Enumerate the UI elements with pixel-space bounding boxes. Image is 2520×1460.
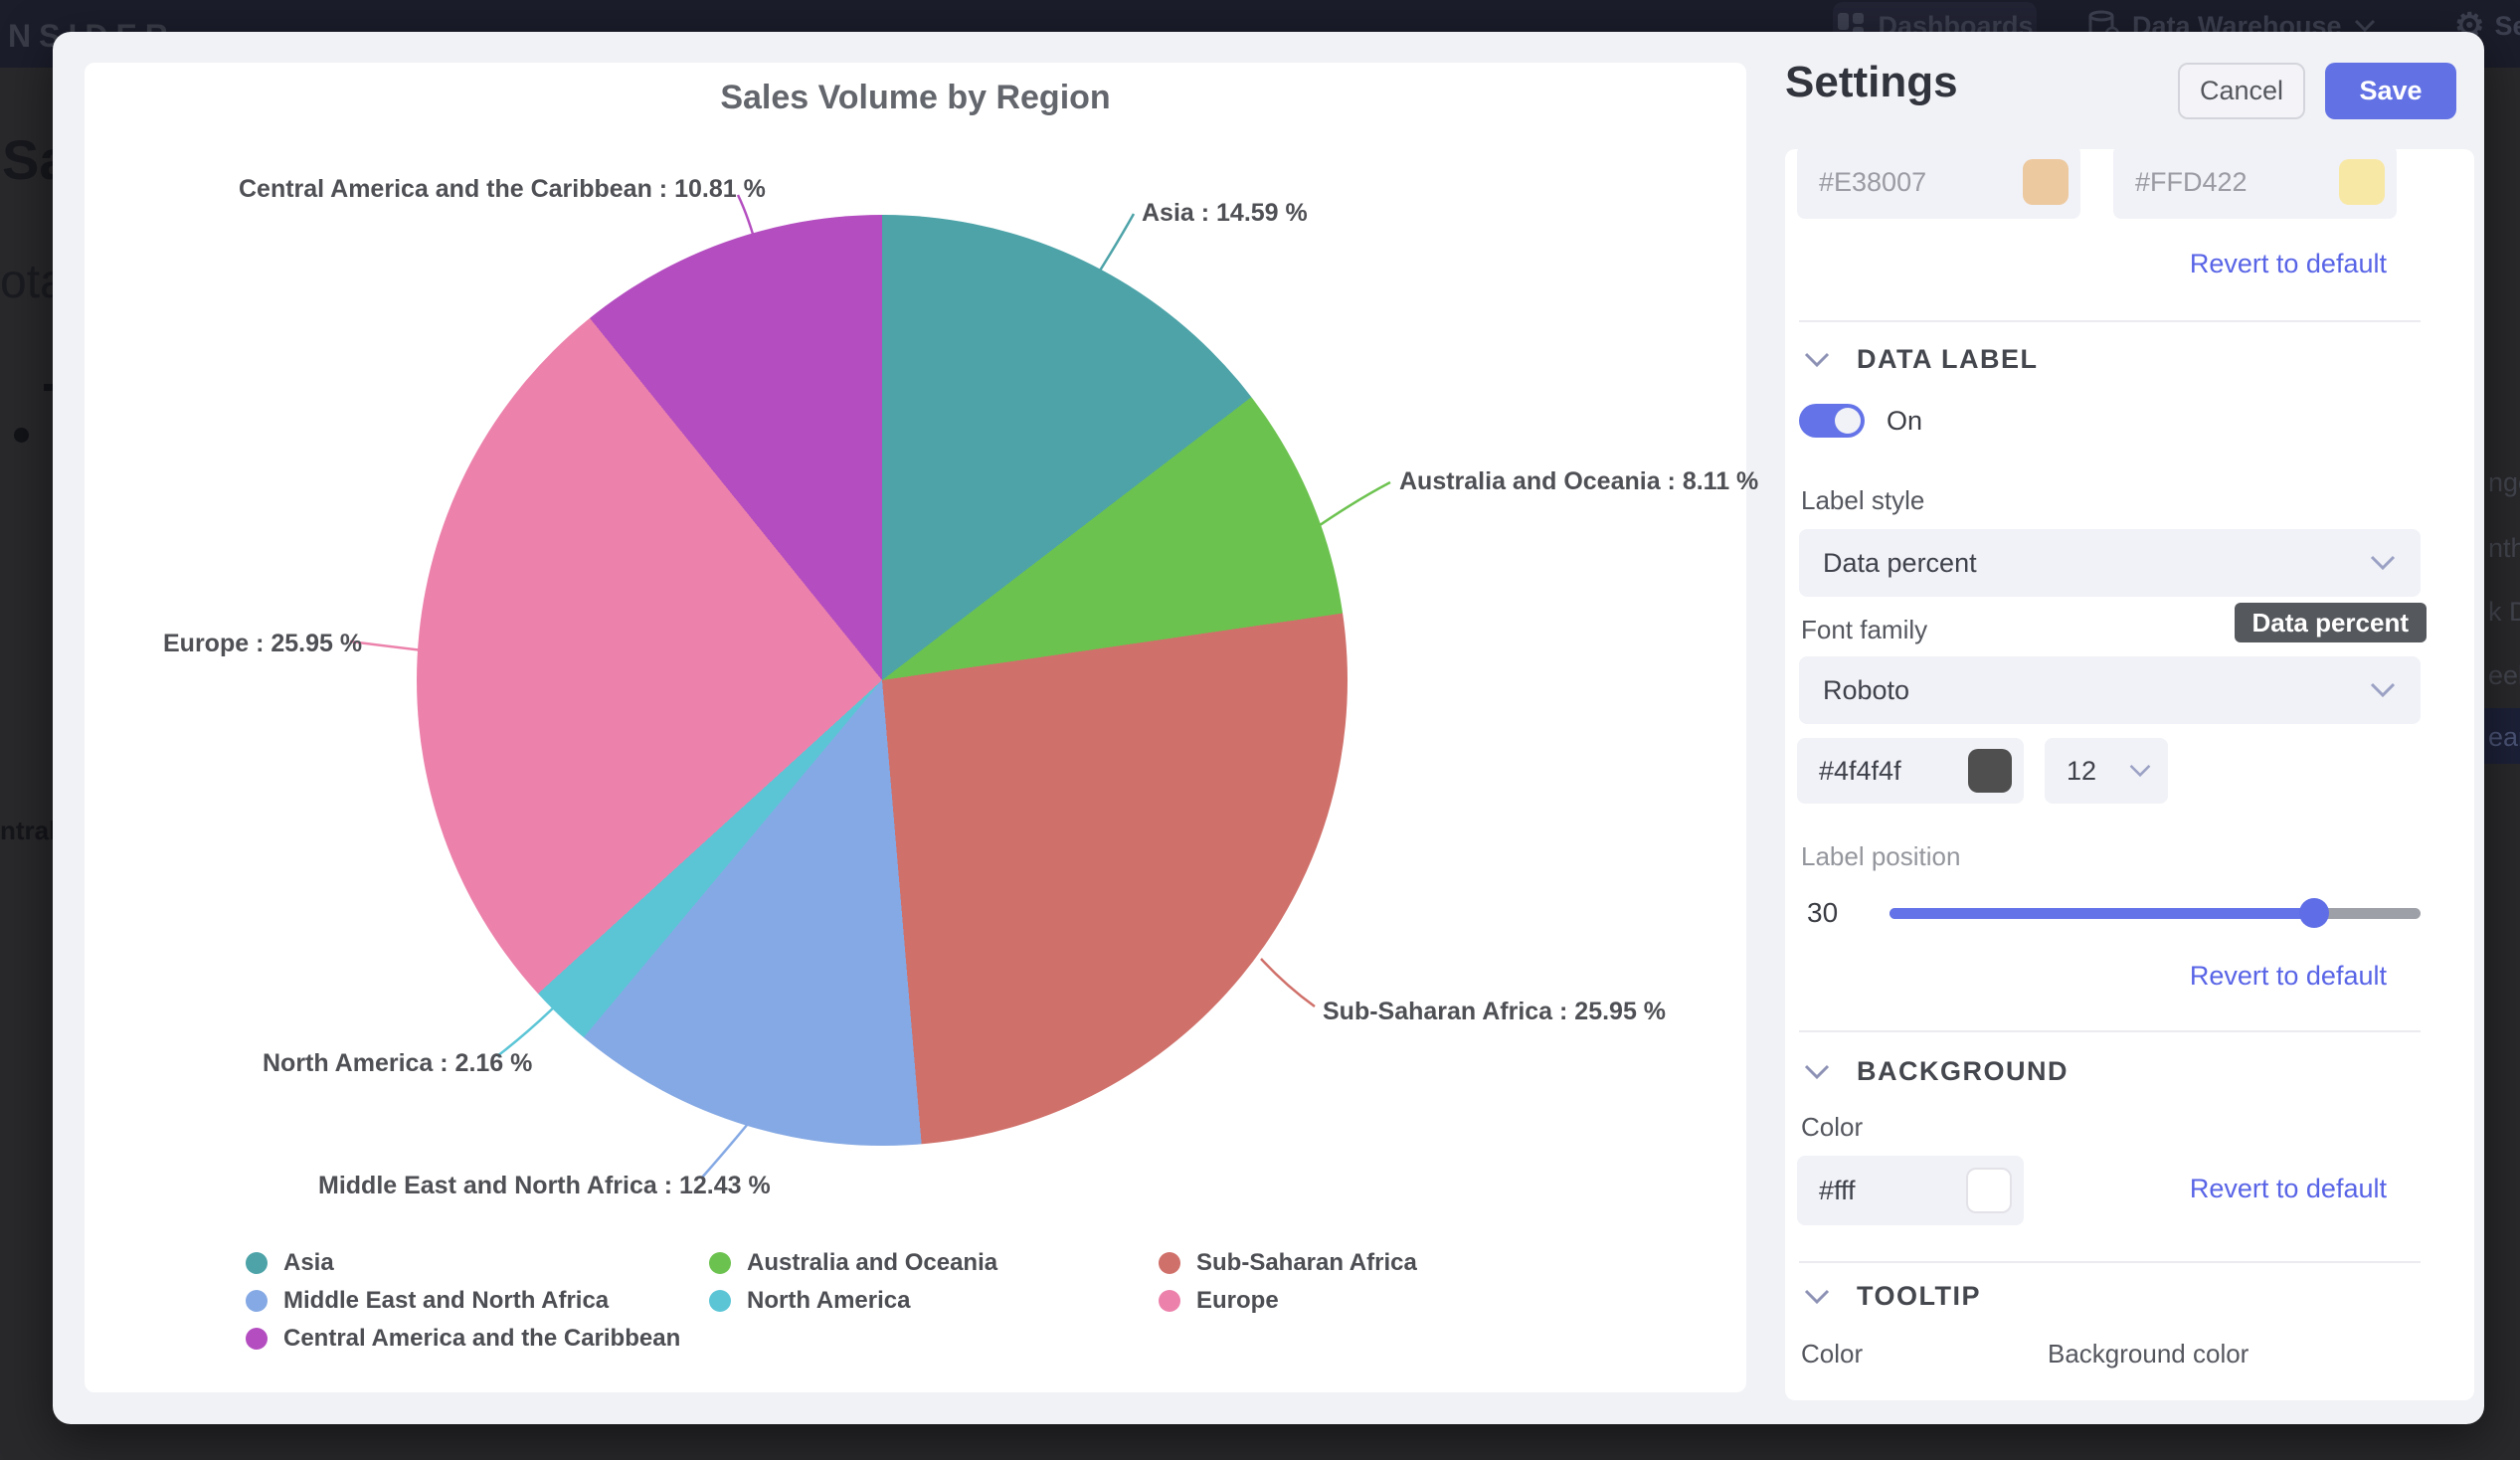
chart-preview-card: Sales Volume by Region Asia : 14.59 % Aus… (85, 63, 1746, 1392)
series-color-input-1[interactable]: #E38007 (1797, 149, 2080, 219)
data-label-toggle[interactable] (1799, 404, 1865, 438)
background-text-fragment: ntral (0, 816, 56, 846)
legend-label: Central America and the Caribbean (283, 1325, 680, 1353)
legend-item[interactable]: North America (709, 1286, 910, 1316)
section-header-background[interactable]: BACKGROUND (1803, 1056, 2069, 1087)
chevron-down-icon (1803, 1288, 1831, 1306)
background-bullet-fragment (14, 428, 29, 443)
dropdown-tooltip: Data percent (2235, 603, 2428, 642)
legend-dot (1159, 1290, 1180, 1312)
series-color-swatch-1[interactable] (2023, 159, 2069, 205)
series-color-swatch-2[interactable] (2339, 159, 2385, 205)
series-color-hex-1: #E38007 (1819, 167, 2023, 198)
legend-item[interactable]: Central America and the Caribbean (246, 1324, 680, 1354)
legend-label: Australia and Oceania (747, 1249, 997, 1277)
chevron-down-icon (2354, 19, 2376, 33)
label-position-label: Label position (1801, 841, 1960, 872)
chart-title: Sales Volume by Region (85, 79, 1746, 117)
background-menu-fragment: nth (2488, 533, 2520, 564)
legend-label: Asia (283, 1249, 334, 1277)
legend-dot (246, 1290, 268, 1312)
section-title: TOOLTIP (1857, 1281, 1981, 1312)
label-style-dropdown[interactable]: Data percent (1799, 529, 2421, 597)
pie-slice-label: Australia and Oceania : 8.11 % (1399, 467, 1758, 496)
chevron-down-icon (2369, 554, 2397, 572)
background-menu-fragment: nge (2488, 467, 2520, 498)
background-menu-fragment: k D (2488, 597, 2520, 628)
background-color-input[interactable]: #fff (1797, 1156, 2024, 1225)
section-header-tooltip[interactable]: TOOLTIP (1803, 1281, 1981, 1312)
background-menu-fragment: eek (2488, 660, 2520, 691)
pie-slice-label: Central America and the Caribbean : 10.8… (239, 175, 766, 204)
tooltip-color-label: Color (1801, 1339, 1863, 1369)
label-style-label: Label style (1801, 485, 1924, 516)
revert-data-label-link[interactable]: Revert to default (2190, 961, 2387, 992)
pie-slice-label: Asia : 14.59 % (1142, 199, 1308, 228)
background-color-swatch[interactable] (1966, 1168, 2012, 1213)
legend-item[interactable]: Middle East and North Africa (246, 1286, 609, 1316)
section-divider (1799, 1030, 2421, 1032)
pie-chart[interactable] (417, 215, 1348, 1146)
legend-item[interactable]: Asia (246, 1248, 334, 1278)
legend-label: North America (747, 1287, 910, 1315)
section-header-data-label[interactable]: DATA LABEL (1803, 344, 2038, 375)
cancel-button[interactable]: Cancel (2178, 63, 2305, 119)
section-title: BACKGROUND (1857, 1056, 2069, 1087)
legend-dot (246, 1328, 268, 1350)
pie-slice-label: Sub-Saharan Africa : 25.95 % (1323, 998, 1666, 1026)
font-family-label: Font family (1801, 615, 1927, 645)
legend-dot (1159, 1252, 1180, 1274)
slider-thumb[interactable] (2299, 898, 2329, 928)
legend-dot (246, 1252, 268, 1274)
legend-item[interactable]: Sub-Saharan Africa (1159, 1248, 1417, 1278)
legend-item[interactable]: Europe (1159, 1286, 1279, 1316)
chart-settings-modal: Sales Volume by Region Asia : 14.59 % Aus… (53, 32, 2484, 1424)
nav-settings-label-partial: Se (2494, 11, 2520, 42)
series-color-hex-2: #FFD422 (2135, 167, 2339, 198)
label-style-value: Data percent (1823, 548, 2369, 579)
font-size-value: 12 (2067, 756, 2128, 787)
chevron-down-icon (2369, 681, 2397, 699)
toggle-knob (1835, 408, 1861, 434)
chevron-down-icon (1803, 1063, 1831, 1081)
font-family-value: Roboto (1823, 675, 2369, 706)
section-title: DATA LABEL (1857, 344, 2038, 375)
pie-slice-label: Middle East and North Africa : 12.43 % (318, 1172, 771, 1200)
legend-item[interactable]: Australia and Oceania (709, 1248, 997, 1278)
pie-slice-label: Europe : 25.95 % (163, 630, 362, 658)
label-position-slider[interactable] (1890, 908, 2421, 919)
settings-panel-title: Settings (1785, 58, 1958, 107)
slider-fill (1890, 908, 2314, 919)
revert-series-colors-link[interactable]: Revert to default (2190, 249, 2387, 279)
toggle-state-label: On (1887, 406, 1922, 437)
legend-label: Sub-Saharan Africa (1196, 1249, 1417, 1277)
pie-slice-label: North America : 2.16 % (263, 1049, 532, 1078)
label-position-value: 30 (1807, 897, 1838, 929)
font-size-dropdown[interactable]: 12 (2045, 738, 2168, 804)
font-color-input[interactable]: #4f4f4f (1797, 738, 2024, 804)
background-menu-fragment: ear (2488, 722, 2520, 753)
tooltip-bg-color-label: Background color (2048, 1339, 2249, 1369)
section-divider (1799, 1261, 2421, 1263)
font-color-hex: #4f4f4f (1819, 756, 1968, 787)
legend-label: Europe (1196, 1287, 1279, 1315)
legend-dot (709, 1252, 731, 1274)
legend-label: Middle East and North Africa (283, 1287, 609, 1315)
background-color-hex: #fff (1819, 1176, 1966, 1206)
save-button[interactable]: Save (2325, 63, 2456, 119)
section-divider (1799, 320, 2421, 322)
background-color-label: Color (1801, 1112, 1863, 1143)
font-family-dropdown[interactable]: Roboto (1799, 656, 2421, 724)
series-color-input-2[interactable]: #FFD422 (2113, 149, 2397, 219)
legend-dot (709, 1290, 731, 1312)
chevron-down-icon (1803, 351, 1831, 369)
chevron-down-icon (2128, 763, 2152, 779)
font-color-swatch[interactable] (1968, 749, 2012, 793)
settings-scroll-panel: #E38007 #FFD422 Revert to default DATA L… (1785, 149, 2474, 1400)
revert-background-link[interactable]: Revert to default (2190, 1174, 2387, 1204)
